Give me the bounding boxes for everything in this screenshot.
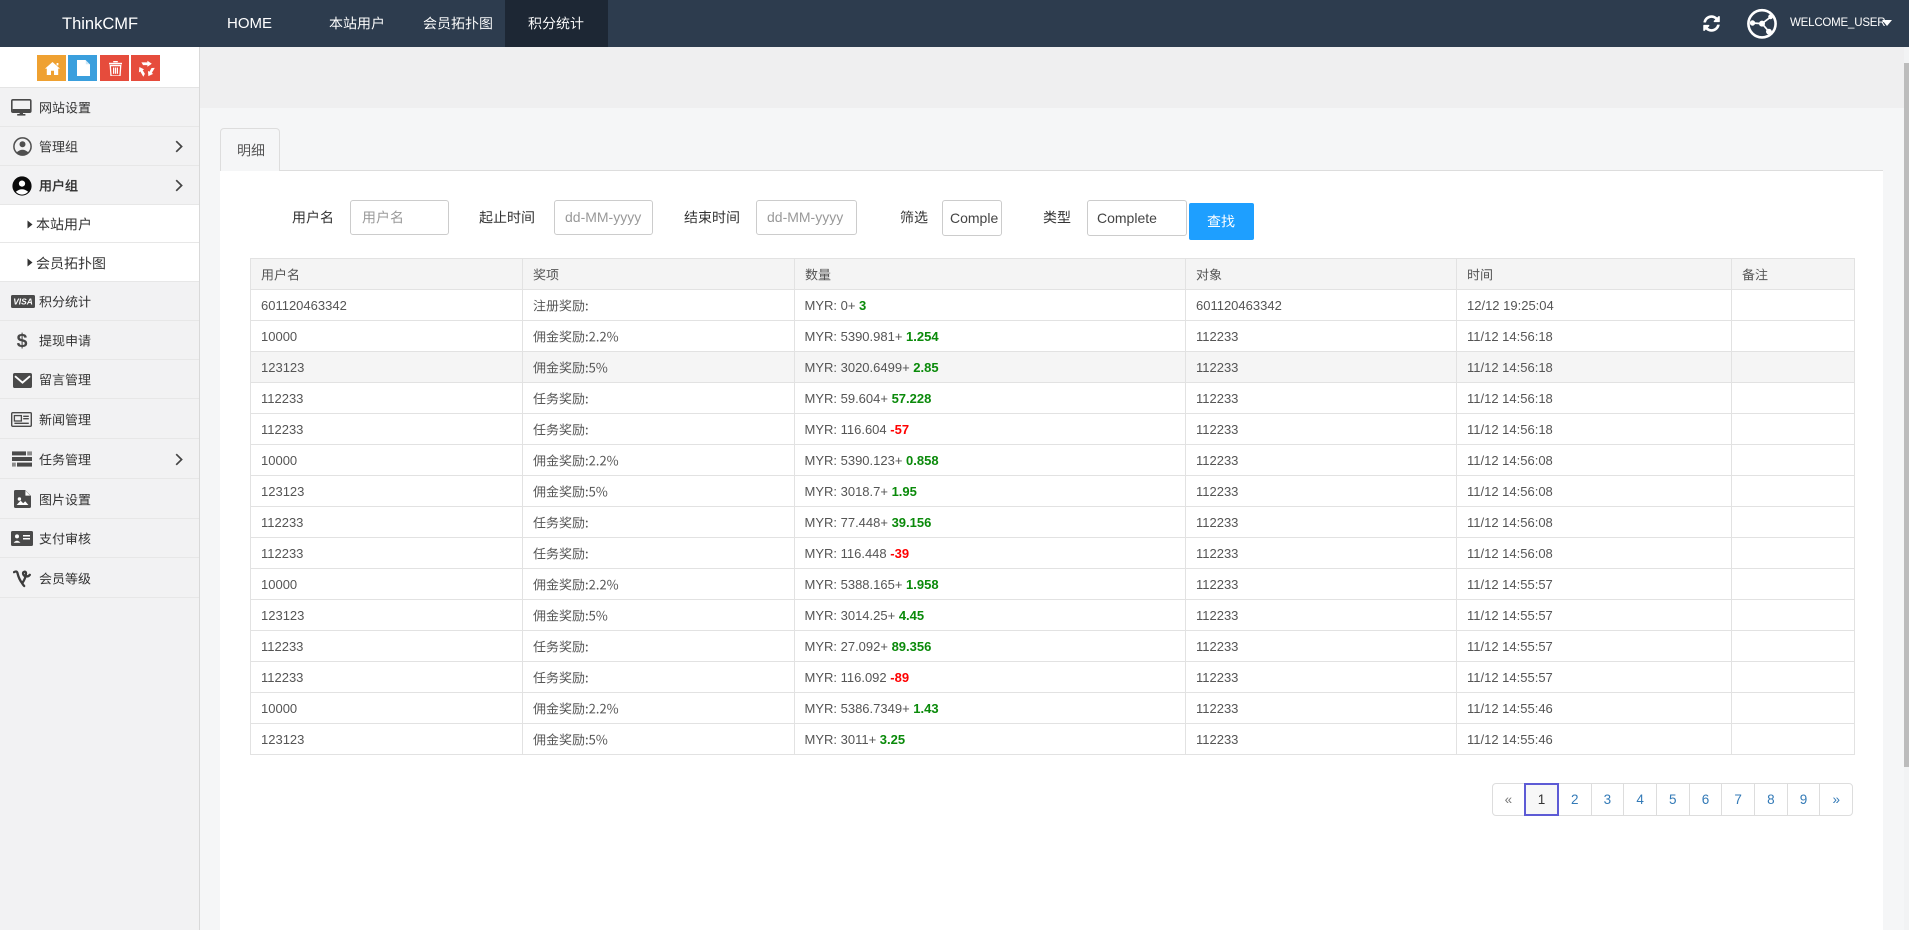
svg-text:VISA: VISA	[13, 297, 33, 307]
svg-text:$: $	[17, 330, 28, 349]
